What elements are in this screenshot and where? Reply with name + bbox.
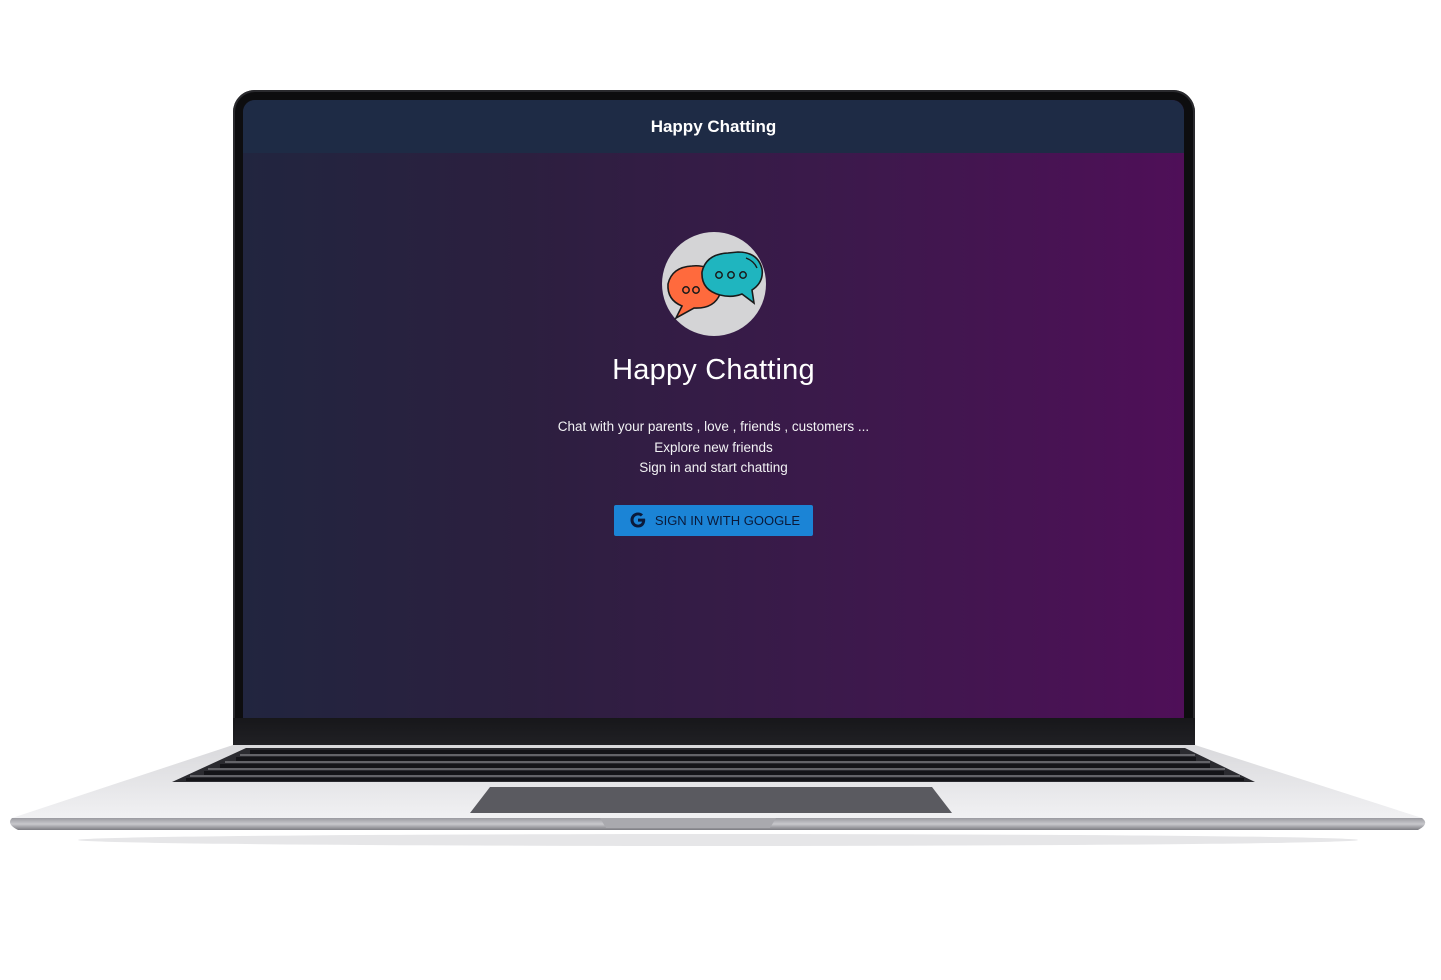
tagline: Chat with your parents , love , friends … bbox=[558, 417, 869, 479]
sign-in-button-label: SIGN IN WITH GOOGLE bbox=[654, 512, 801, 528]
app-header: Happy Chatting bbox=[243, 100, 1184, 153]
tagline-line-2: Explore new friends bbox=[654, 439, 773, 455]
laptop-mockup: Happy Chatting Happy Chatting Chat with … bbox=[0, 0, 1441, 980]
tagline-line-1: Chat with your parents , love , friends … bbox=[557, 419, 870, 434]
header-title: Happy Chatting bbox=[650, 116, 777, 136]
chat-bubbles-icon bbox=[661, 232, 766, 336]
tagline-line-3: Sign in and start chatting bbox=[639, 460, 788, 475]
google-g-icon bbox=[630, 512, 646, 528]
sign-in-with-google-button[interactable]: SIGN IN WITH GOOGLE bbox=[613, 504, 814, 536]
laptop-screen: Happy Chatting Happy Chatting Chat with … bbox=[243, 100, 1184, 718]
hero-title: Happy Chatting bbox=[612, 354, 815, 386]
hero-section: Happy Chatting Chat with your parents , … bbox=[243, 232, 1184, 536]
laptop-base bbox=[10, 745, 1426, 846]
